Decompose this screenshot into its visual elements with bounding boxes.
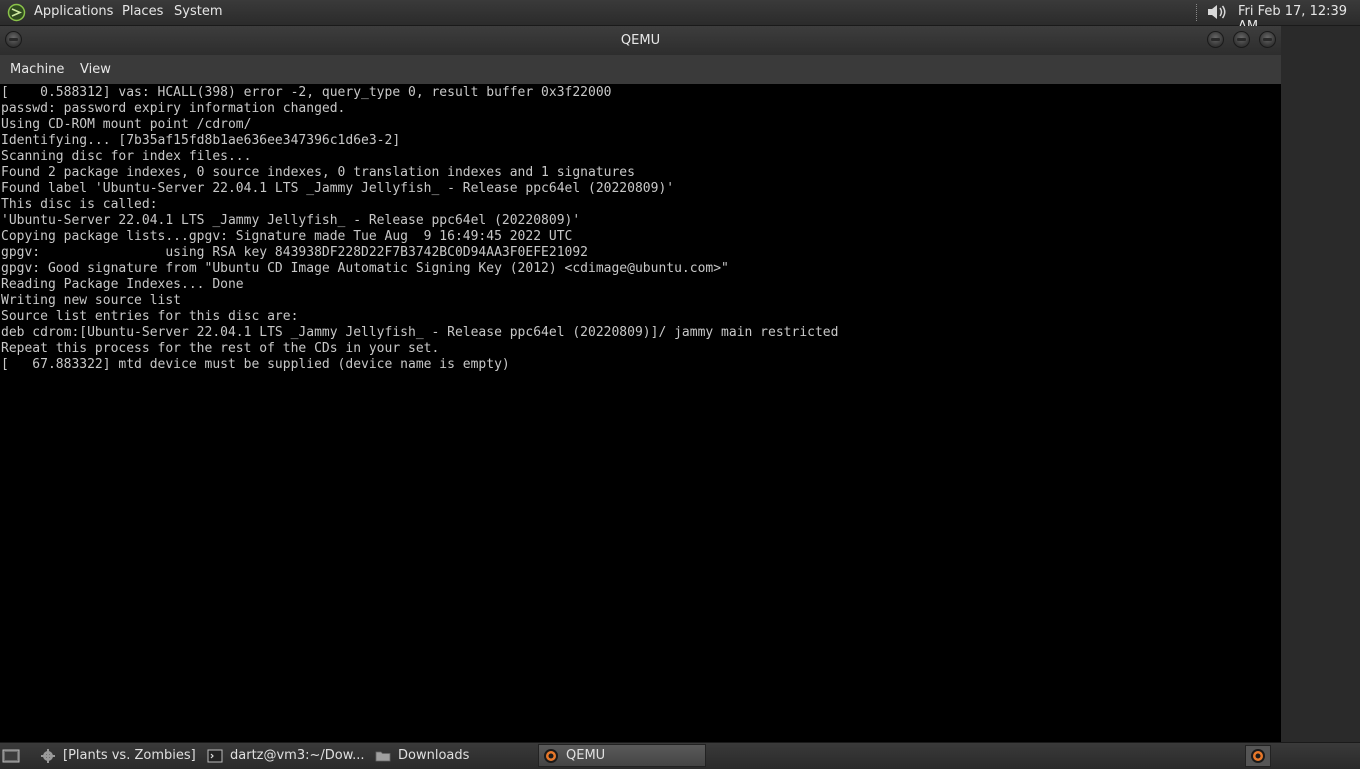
tray-qemu-button[interactable] — [1245, 745, 1271, 767]
volume-icon[interactable] — [1205, 2, 1229, 22]
qemu-window: QEMU Machine View [ 0.588312] vas: HCALL… — [0, 26, 1281, 742]
console-line: gpgv: Good signature from "Ubuntu CD Ima… — [1, 261, 729, 276]
qemu-icon — [544, 748, 558, 763]
qemu-icon — [1251, 749, 1265, 763]
menu-system[interactable]: System — [174, 4, 222, 19]
console-line: [ 0.588312] vas: HCALL(398) error -2, qu… — [1, 85, 612, 100]
console-line: Reading Package Indexes... Done — [1, 277, 244, 292]
window-title: QEMU — [620, 33, 661, 48]
bottom-panel: [Plants vs. Zombies] dartz@vm3:~/Dow... … — [0, 742, 1360, 769]
console-line: Scanning disc for index files... — [1, 149, 252, 164]
vm-console-display[interactable]: [ 0.588312] vas: HCALL(398) error -2, qu… — [0, 84, 1281, 742]
console-line: Copying package lists...gpgv: Signature … — [1, 229, 573, 244]
console-line: Found 2 package indexes, 0 source indexe… — [1, 165, 635, 180]
window-titlebar[interactable]: QEMU — [0, 26, 1281, 55]
console-line: Identifying... [7b35af15fd8b1ae636ee3473… — [1, 133, 401, 148]
task-label: Downloads — [398, 748, 470, 763]
console-line: 'Ubuntu-Server 22.04.1 LTS _Jammy Jellyf… — [1, 213, 581, 228]
task-qemu[interactable]: QEMU — [538, 744, 706, 767]
minimize-button[interactable] — [1207, 31, 1224, 48]
panel-handle[interactable] — [1196, 4, 1199, 21]
task-label: QEMU — [566, 748, 606, 763]
menu-applications[interactable]: Applications — [34, 4, 113, 19]
task-plants-vs-zombies[interactable]: [Plants vs. Zombies] — [36, 744, 196, 767]
menu-view[interactable]: View — [80, 62, 111, 77]
desktop-background — [1281, 26, 1360, 742]
console-line: Repeat this process for the rest of the … — [1, 341, 440, 356]
maximize-button[interactable] — [1233, 31, 1250, 48]
console-line: passwd: password expiry information chan… — [1, 101, 346, 116]
task-terminal[interactable]: dartz@vm3:~/Dow... — [203, 744, 365, 767]
console-line: Using CD-ROM mount point /cdrom/ — [1, 117, 252, 132]
terminal-icon — [207, 749, 223, 762]
console-line: gpgv: using RSA key 843938DF228D22F7B374… — [1, 245, 588, 260]
console-line: [ 67.883322] mtd device must be supplied… — [1, 357, 510, 372]
task-label: [Plants vs. Zombies] — [63, 748, 196, 763]
menu-places[interactable]: Places — [122, 4, 163, 19]
close-button[interactable] — [1259, 31, 1276, 48]
show-desktop-icon[interactable] — [2, 747, 20, 765]
task-downloads[interactable]: Downloads — [371, 744, 531, 767]
gear-icon — [41, 748, 55, 763]
console-line: Source list entries for this disc are: — [1, 309, 299, 324]
console-line: This disc is called: — [1, 197, 158, 212]
console-line: deb cdrom:[Ubuntu-Server 22.04.1 LTS _Ja… — [1, 325, 839, 340]
console-line: Writing new source list — [1, 293, 182, 308]
top-panel: Applications Places System Fri Feb 17, 1… — [0, 0, 1360, 34]
task-label: dartz@vm3:~/Dow... — [230, 748, 365, 763]
menu-machine[interactable]: Machine — [10, 62, 64, 77]
console-line: Found label 'Ubuntu-Server 22.04.1 LTS _… — [1, 181, 675, 196]
folder-icon — [375, 751, 391, 761]
console-output: [ 0.588312] vas: HCALL(398) error -2, qu… — [1, 85, 838, 373]
distro-logo-icon[interactable] — [7, 3, 26, 22]
window-menubar: Machine View — [0, 55, 1281, 84]
